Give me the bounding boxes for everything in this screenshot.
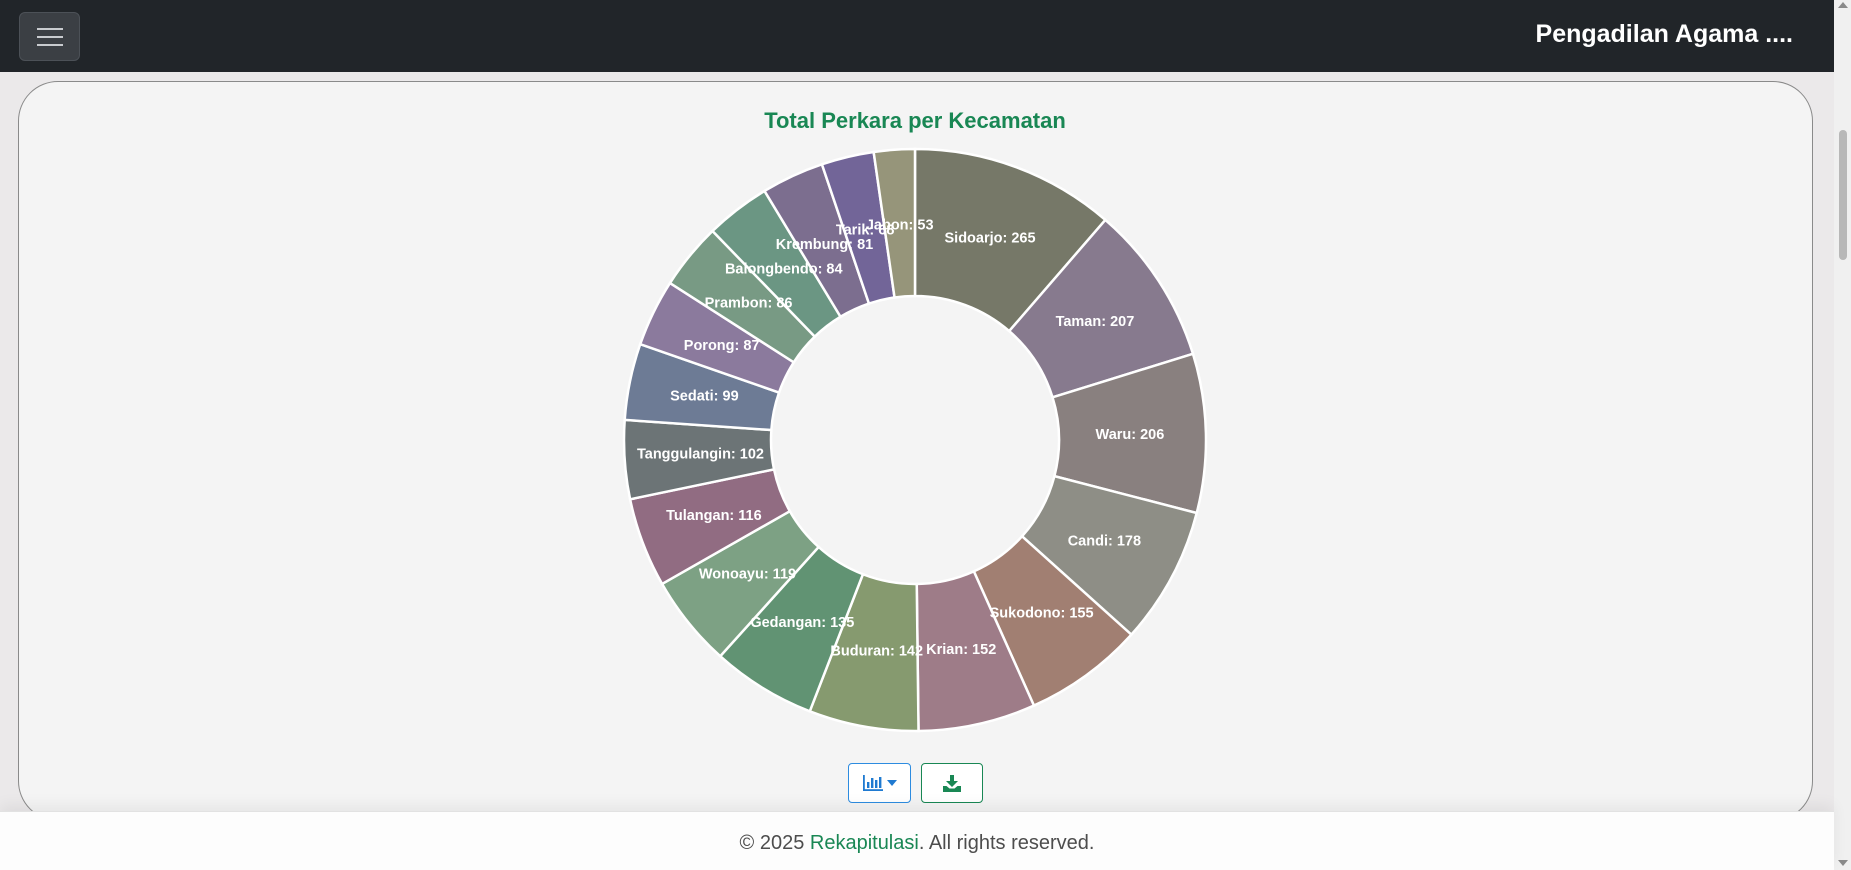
footer-copyright-suffix: . All rights reserved.: [918, 832, 1095, 854]
data-label-taman: Taman: 207: [1056, 314, 1135, 330]
data-label-porong: Porong: 87: [684, 338, 760, 354]
data-label-tulangan: Tulangan: 116: [666, 508, 762, 524]
footer-link[interactable]: Rekapitulasi: [810, 832, 919, 854]
scroll-down-icon[interactable]: [1838, 860, 1848, 866]
footer-copyright-prefix: © 2025: [739, 832, 810, 854]
data-label-balongbendo: Balongbendo: 84: [725, 262, 843, 278]
data-label-sidoarjo: Sidoarjo: 265: [945, 230, 1036, 246]
data-label-candi: Candi: 178: [1068, 534, 1141, 550]
data-label-buduran: Buduran: 142: [830, 643, 923, 659]
download-button[interactable]: [921, 763, 983, 803]
data-label-sedati: Sedati: 99: [670, 389, 739, 405]
data-label-tanggulangin: Tanggulangin: 102: [637, 446, 764, 462]
data-label-wonoayu: Wonoayu: 119: [699, 567, 796, 583]
data-label-krembung: Krembung: 81: [776, 237, 874, 253]
data-label-prambon: Prambon: 86: [705, 296, 793, 312]
data-label-gedangan: Gedangan: 135: [750, 615, 854, 631]
page-scrollbar[interactable]: [1834, 0, 1851, 870]
footer: © 2025 Rekapitulasi. All rights reserved…: [0, 811, 1834, 870]
scroll-thumb[interactable]: [1839, 130, 1847, 260]
data-label-jabon: Jabon: 53: [866, 217, 934, 233]
chart-title: Total Perkara per Kecamatan: [764, 108, 1066, 133]
data-label-sukodono: Sukodono: 155: [990, 606, 1094, 622]
data-label-krian: Krian: 152: [926, 642, 996, 658]
scroll-up-icon[interactable]: [1838, 2, 1848, 8]
data-label-waru: Waru: 206: [1096, 427, 1165, 443]
chart-type-button[interactable]: [848, 763, 911, 803]
caret-down-icon: [886, 780, 897, 786]
bar-chart-icon: [862, 775, 883, 791]
download-icon: [943, 774, 961, 792]
